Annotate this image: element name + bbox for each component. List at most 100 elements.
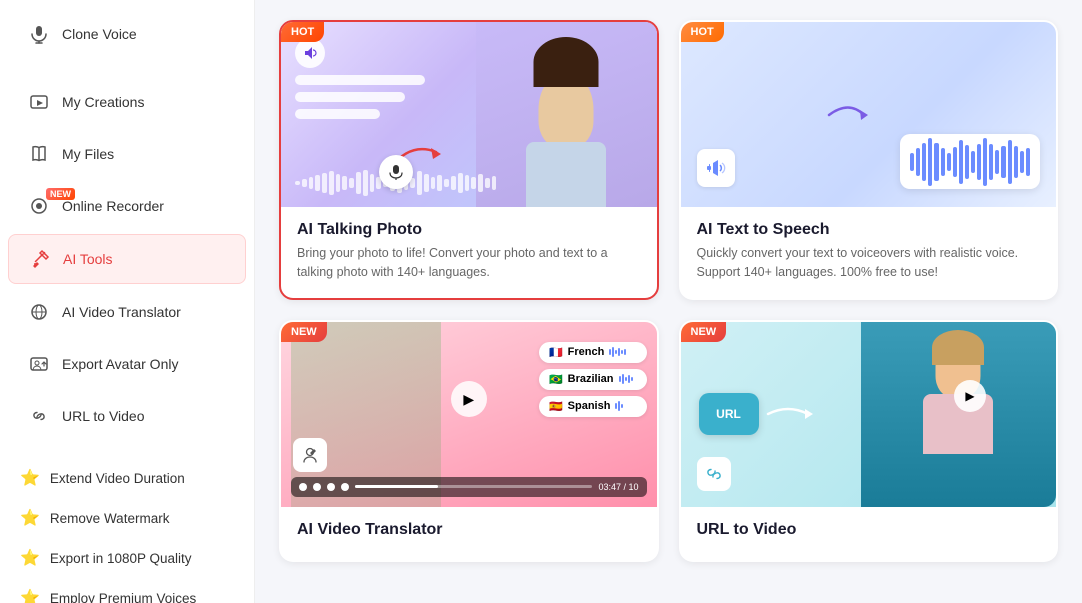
avatar-container: [476, 22, 656, 207]
star-icon-voices: ⭐: [20, 588, 40, 603]
sidebar-item-ai-tools[interactable]: AI Tools: [8, 234, 246, 284]
mic-circle: [379, 155, 413, 189]
girl-url: [861, 322, 1056, 507]
sidebar-item-my-files-label: My Files: [62, 146, 114, 162]
sidebar-item-ai-video-translator-label: AI Video Translator: [62, 304, 181, 320]
label-french: French: [568, 346, 605, 358]
export-avatar-icon: [28, 353, 50, 375]
tool-card-talking-photo[interactable]: HOT: [279, 20, 659, 300]
main-content: HOT: [255, 0, 1082, 603]
talking-photo-body: AI Talking Photo Bring your photo to lif…: [281, 207, 657, 298]
talking-photo-title: AI Talking Photo: [297, 221, 641, 239]
lang-tag-brazilian: 🇧🇷 Brazilian: [539, 369, 647, 390]
label-spanish: Spanish: [568, 400, 611, 412]
flag-brazilian: 🇧🇷: [549, 373, 563, 386]
ctrl-dot-2: [313, 483, 321, 491]
ctrl-dot-3: [327, 483, 335, 491]
extend-video-label: Extend Video Duration: [50, 471, 185, 486]
url-arrow-svg: [763, 399, 818, 429]
ai-tools-icon: [29, 248, 51, 270]
tts-body: AI Text to Speech Quickly convert your t…: [681, 207, 1057, 298]
flag-french: 🇫🇷: [549, 346, 563, 359]
sidebar-item-online-recorder[interactable]: Online Recorder NEW: [8, 182, 246, 230]
url-icon-bottom: [697, 457, 731, 491]
sidebar-item-extend-video[interactable]: ⭐ Extend Video Duration: [0, 458, 254, 498]
lang-tags: 🇫🇷 French 🇧🇷 Brazilian 🇪🇸 Spanish: [539, 342, 647, 417]
speaker-icon: [295, 38, 325, 68]
lang-tag-french: 🇫🇷 French: [539, 342, 647, 363]
sidebar-item-my-files[interactable]: My Files: [8, 130, 246, 178]
body: [526, 142, 606, 207]
star-icon-watermark: ⭐: [20, 508, 40, 528]
url-to-video-title: URL to Video: [697, 521, 1041, 539]
chat-line-2: [295, 92, 405, 102]
ctrl-dot-1: [299, 483, 307, 491]
premium-voices-label: Employ Premium Voices: [50, 591, 196, 603]
remove-watermark-label: Remove Watermark: [50, 511, 170, 526]
url-play-btn[interactable]: ▶: [954, 380, 986, 412]
sidebar-item-clone-voice-label: Clone Voice: [62, 26, 137, 42]
video-translator-body: AI Video Translator: [281, 507, 657, 560]
progress-bar: [355, 485, 592, 488]
sidebar-item-my-creations-label: My Creations: [62, 94, 144, 110]
video-time: 03:47 / 10: [598, 482, 638, 492]
sidebar-item-export-avatar-label: Export Avatar Only: [62, 356, 178, 372]
chat-bubbles: [295, 38, 425, 119]
sidebar-item-remove-watermark[interactable]: ⭐ Remove Watermark: [0, 498, 254, 538]
sidebar-item-url-to-video[interactable]: URL to Video: [8, 392, 246, 440]
tts-arrow-svg: [824, 95, 874, 135]
tts-title: AI Text to Speech: [697, 221, 1041, 239]
girl-bg: ▶ 🇫🇷 French 🇧🇷 Brazilian 🇪🇸 Spanish: [281, 322, 657, 507]
tool-card-url-to-video[interactable]: NEW URL: [679, 320, 1059, 562]
person-shape: [476, 22, 656, 207]
url-bg: URL ▶: [681, 322, 1057, 507]
tools-grid: HOT: [279, 20, 1058, 562]
sidebar-item-url-to-video-label: URL to Video: [62, 408, 145, 424]
sidebar-item-premium-voices[interactable]: ⭐ Employ Premium Voices: [0, 578, 254, 603]
sidebar-item-export-1080p[interactable]: ⭐ Export in 1080P Quality: [0, 538, 254, 578]
sidebar: Clone Voice My Creations My Files: [0, 0, 255, 603]
video-translator-title: AI Video Translator: [297, 521, 641, 539]
tts-desc: Quickly convert your text to voiceovers …: [697, 244, 1041, 282]
sidebar-item-clone-voice[interactable]: Clone Voice: [8, 10, 246, 58]
label-brazilian: Brazilian: [568, 373, 614, 385]
tts-wave-box: [900, 134, 1040, 189]
url-to-video-thumbnail: NEW URL: [681, 322, 1057, 507]
talking-photo-desc: Bring your photo to life! Convert your p…: [297, 244, 641, 282]
sidebar-item-ai-video-translator[interactable]: AI Video Translator: [8, 288, 246, 336]
new-badge: NEW: [46, 188, 75, 200]
ai-video-translator-icon: [28, 301, 50, 323]
sidebar-item-my-creations[interactable]: My Creations: [8, 78, 246, 126]
talking-photo-thumbnail: HOT: [281, 22, 657, 207]
edit-icon-translator: [293, 438, 327, 472]
video-controls: 03:47 / 10: [291, 477, 647, 497]
chat-line-1: [295, 75, 425, 85]
my-files-icon: [28, 143, 50, 165]
video-translator-thumbnail: NEW ▶ 🇫🇷 French 🇧🇷 Brazilian 🇪🇸 Spanish: [281, 322, 657, 507]
url-to-video-icon: [28, 405, 50, 427]
export-1080p-label: Export in 1080P Quality: [50, 551, 192, 566]
new-badge-translator: NEW: [281, 322, 327, 342]
flag-spanish: 🇪🇸: [549, 400, 563, 413]
url-girl-hair: [932, 330, 984, 365]
progress-bar-fill: [355, 485, 438, 488]
new-badge-url: NEW: [681, 322, 727, 342]
hot-badge-tts: HOT: [681, 22, 724, 42]
sidebar-item-online-recorder-label: Online Recorder: [62, 198, 164, 214]
play-button-translator[interactable]: ▶: [451, 381, 487, 417]
hair: [534, 37, 599, 87]
chat-line-3: [295, 109, 380, 119]
sidebar-item-export-avatar-only[interactable]: Export Avatar Only: [8, 340, 246, 388]
arrow-tts: [824, 95, 874, 135]
speaker-icon-tts: [697, 149, 735, 187]
lang-tag-spanish: 🇪🇸 Spanish: [539, 396, 647, 417]
my-creations-icon: [28, 91, 50, 113]
url-arrow: [763, 399, 818, 429]
tool-card-tts[interactable]: HOT: [679, 20, 1059, 300]
ctrl-dot-4: [341, 483, 349, 491]
sidebar-item-ai-tools-label: AI Tools: [63, 251, 113, 267]
tool-card-video-translator[interactable]: NEW ▶ 🇫🇷 French 🇧🇷 Brazilian 🇪🇸 Spanish: [279, 320, 659, 562]
star-icon-extend: ⭐: [20, 468, 40, 488]
hot-badge-talking: HOT: [281, 22, 324, 42]
url-box: URL: [699, 393, 759, 435]
